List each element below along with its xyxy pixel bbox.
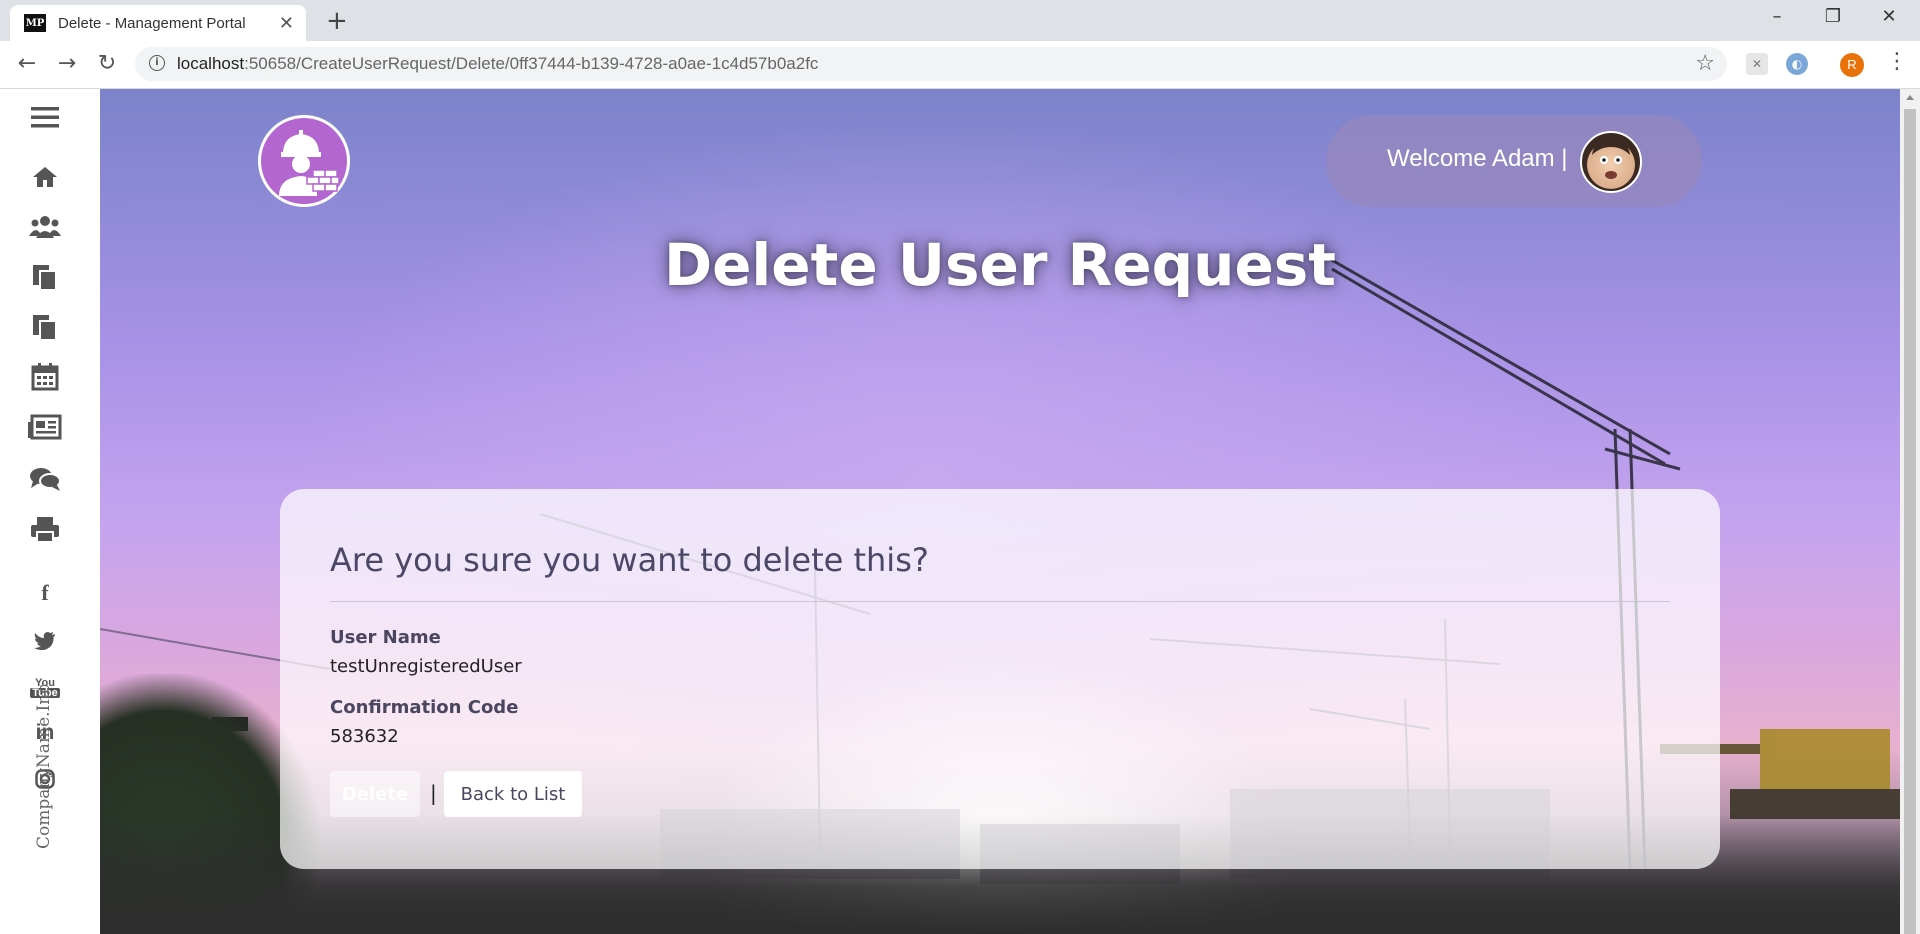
documents-copy-icon[interactable] [25, 309, 65, 345]
profile-avatar[interactable]: R [1840, 53, 1864, 77]
button-separator: | [430, 781, 437, 805]
confirmation-question: Are you sure you want to delete this? [330, 541, 929, 579]
reload-icon[interactable]: ↻ [92, 51, 122, 76]
sidebar: f You Tube in CompanyName.Inc [0, 89, 100, 934]
hamburger-menu-icon[interactable] [25, 99, 65, 135]
bookmark-star-icon[interactable]: ☆ [1695, 51, 1715, 76]
delete-button[interactable]: Delete [330, 771, 420, 817]
page-scrollbar[interactable] [1900, 89, 1920, 934]
tab-title: Delete - Management Portal [58, 14, 246, 32]
new-tab-icon[interactable]: + [326, 8, 348, 34]
divider [330, 601, 1670, 602]
confirmation-code-value: 583632 [330, 726, 399, 747]
browser-toolbar: ← → ↻ i localhost:50658/CreateUserReques… [0, 41, 1920, 89]
newspaper-icon[interactable] [25, 409, 65, 445]
user-name-label: User Name [330, 627, 441, 648]
documents-icon[interactable] [25, 259, 65, 295]
site-info-icon[interactable]: i [149, 55, 165, 71]
url-text[interactable]: localhost:50658/CreateUserRequest/Delete… [177, 54, 818, 74]
user-name-value: testUnregisteredUser [330, 656, 522, 677]
company-name: CompanyName.Inc [34, 684, 54, 849]
browser-tab[interactable]: MP Delete - Management Portal ✕ [10, 5, 306, 41]
forward-arrow-icon[interactable]: → [52, 51, 82, 76]
confirmation-code-label: Confirmation Code [330, 697, 519, 718]
page-title: Delete User Request [663, 231, 1337, 299]
back-arrow-icon[interactable]: ← [12, 51, 42, 76]
main-content: Welcome Adam | Delete User Request Are y… [100, 89, 1900, 934]
extension-icon[interactable]: ◐ [1786, 53, 1808, 75]
worker-logo-icon[interactable] [258, 115, 350, 207]
translate-extension-icon[interactable]: ✕ [1746, 53, 1768, 75]
url-path: :50658/CreateUserRequest/Delete/0ff37444… [244, 54, 819, 73]
page-viewport: f You Tube in CompanyName.Inc Welcome Ad… [0, 89, 1920, 934]
home-icon[interactable] [25, 159, 65, 195]
twitter-icon[interactable] [25, 623, 65, 659]
tab-favicon-icon: MP [24, 14, 46, 32]
chat-icon[interactable] [25, 461, 65, 497]
minimize-icon[interactable]: – [1754, 6, 1800, 27]
scroll-up-arrow-icon[interactable] [1906, 95, 1914, 100]
tab-close-icon[interactable]: ✕ [279, 13, 294, 34]
welcome-text: Welcome Adam | [1387, 145, 1568, 172]
browser-tab-strip: MP Delete - Management Portal ✕ + – ❐ ✕ [0, 0, 1920, 41]
calendar-icon[interactable] [25, 359, 65, 395]
address-bar[interactable]: i localhost:50658/CreateUserRequest/Dele… [135, 47, 1727, 81]
back-to-list-button[interactable]: Back to List [444, 771, 582, 817]
user-avatar[interactable] [1580, 131, 1642, 193]
print-icon[interactable] [25, 511, 65, 547]
facebook-icon[interactable]: f [25, 575, 65, 611]
window-close-icon[interactable]: ✕ [1866, 6, 1912, 27]
users-icon[interactable] [25, 209, 65, 245]
delete-confirmation-card: Are you sure you want to delete this? Us… [280, 489, 1720, 869]
scroll-thumb[interactable] [1904, 109, 1916, 934]
restore-icon[interactable]: ❐ [1810, 6, 1856, 27]
browser-menu-icon[interactable]: ⋮ [1886, 49, 1908, 74]
url-host: localhost [177, 54, 245, 73]
welcome-badge[interactable]: Welcome Adam | [1326, 115, 1702, 207]
